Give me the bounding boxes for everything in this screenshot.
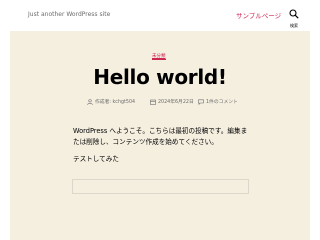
post-date: 2024年6月22日 (150, 98, 194, 105)
search-icon (289, 9, 299, 19)
site-header: Just another WordPress site サンプルページ 検索 (0, 0, 320, 31)
post-comments-link[interactable]: 1件のコメント (206, 98, 238, 105)
calendar-icon (150, 99, 156, 105)
search-label: 検索 (290, 23, 298, 28)
post-author: 作成者: kchgt504 (87, 98, 135, 105)
post-author-link[interactable]: 作成者: kchgt504 (95, 98, 135, 105)
nav-link-sample-page[interactable]: サンプルページ (236, 10, 281, 20)
post-paragraph: WordPress へようこそ。こちらは最初の投稿です。編集または削除し、コンテ… (73, 127, 248, 146)
post-date-link[interactable]: 2024年6月22日 (158, 98, 194, 105)
user-icon (87, 98, 93, 105)
post-category-link[interactable]: 未分類 (152, 53, 166, 60)
comment-icon (198, 99, 204, 105)
post-footer-box (72, 179, 249, 194)
post-content: WordPress へようこそ。こちらは最初の投稿です。編集または削除し、コンテ… (73, 126, 253, 171)
post-article: 未分類 Hello world! 作成者: kchgt504 2024年6月22… (10, 31, 310, 240)
post-comments: 1件のコメント (198, 98, 238, 105)
post-title: Hello world! (93, 65, 227, 89)
site-tagline: Just another WordPress site (28, 11, 111, 18)
search-toggle-button[interactable]: 検索 (286, 9, 302, 29)
post-paragraph: テストしてみた (73, 155, 119, 163)
